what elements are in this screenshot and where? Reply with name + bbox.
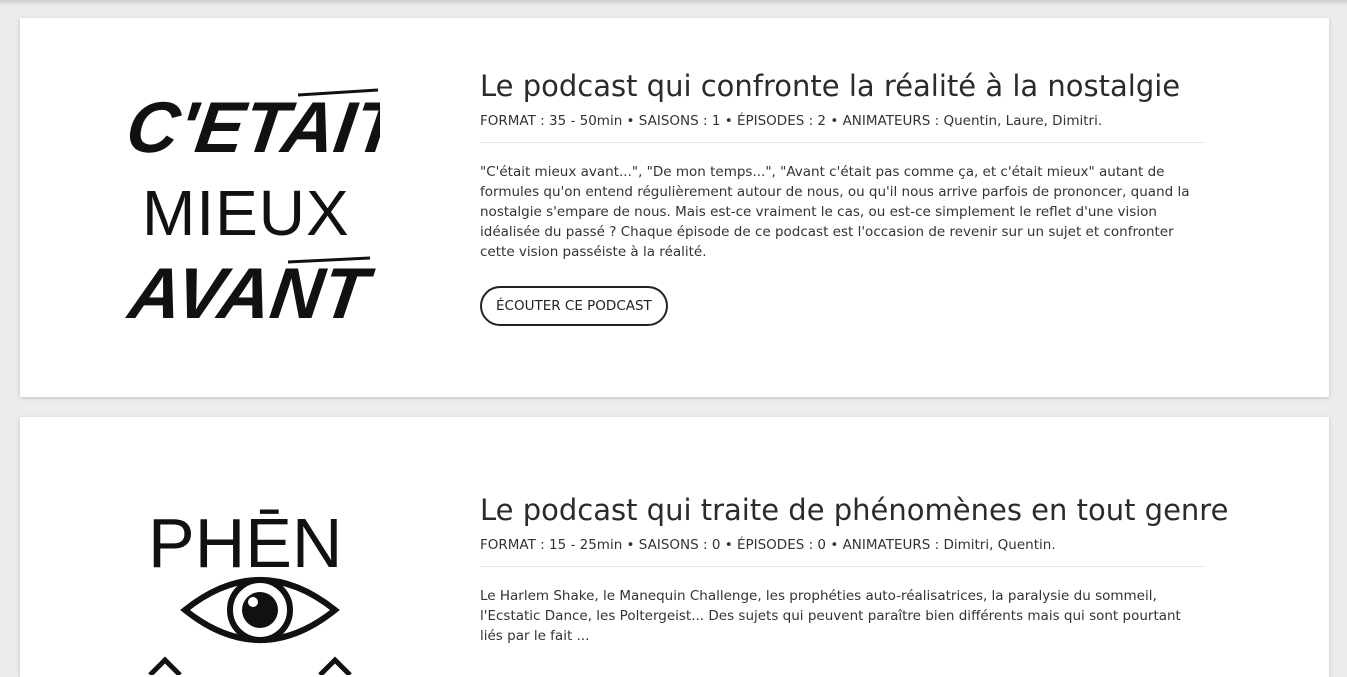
divider: [480, 566, 1205, 567]
logo-line-1: PHĒN: [148, 504, 342, 582]
podcast-card: C'ETAIT MIEUX AVANT Le podcast qui confr…: [20, 18, 1329, 397]
podcast-title: Le podcast qui confronte la réalité à la…: [480, 69, 1181, 103]
podcast-description: "C'était mieux avant...", "De mon temps.…: [480, 164, 1190, 260]
logo-line-3: AVANT: [122, 254, 378, 334]
podcast-title: Le podcast qui traite de phénomènes en t…: [480, 493, 1229, 527]
logo-line-1: C'ETAIT: [122, 88, 380, 168]
podcast-meta: FORMAT : 15 - 25min • SAISONS : 0 • ÉPIS…: [480, 537, 1056, 553]
podcast-logo-phenomenes: PHĒN: [148, 504, 352, 675]
eye-icon: [180, 577, 340, 643]
top-shadow: [0, 0, 1347, 6]
divider: [480, 142, 1205, 143]
listen-podcast-button[interactable]: ÉCOUTER CE PODCAST: [480, 286, 668, 326]
podcast-card: PHĒN Le podcast qui traite de phénomènes…: [20, 417, 1329, 677]
podcast-description: Le Harlem Shake, le Manequin Challenge, …: [480, 588, 1181, 644]
podcast-logo-cetait-mieux-avant: C'ETAIT MIEUX AVANT: [122, 88, 380, 334]
podcast-meta: FORMAT : 35 - 50min • SAISONS : 1 • ÉPIS…: [480, 113, 1103, 129]
logo-line-2: MIEUX: [142, 177, 350, 249]
